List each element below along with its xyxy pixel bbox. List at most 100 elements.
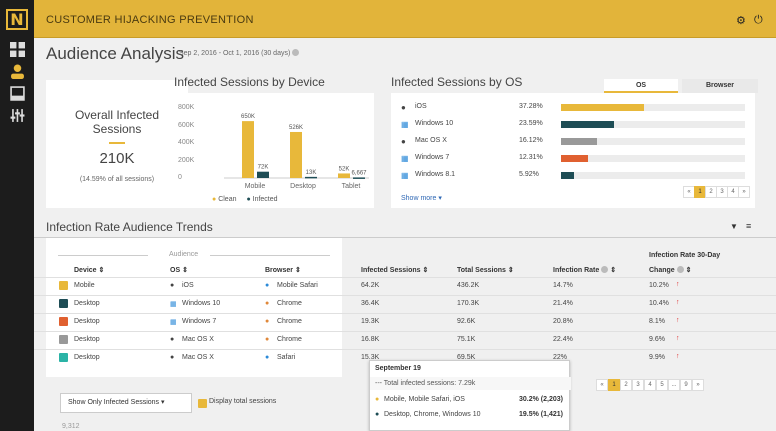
cell-rate: 14.7% <box>553 282 573 289</box>
row-checkbox[interactable] <box>59 281 68 290</box>
trend-page-5[interactable]: 5 <box>656 379 668 391</box>
windows-icon: ▦ <box>401 171 409 180</box>
cell-infected: 64.2K <box>361 282 380 289</box>
tooltip-item-marker: ● <box>375 396 380 403</box>
col-total[interactable]: Total Sessions ⇕ <box>457 266 514 274</box>
device-legend: ● Clean ● Infected <box>212 196 278 203</box>
windows-icon: ▦ <box>170 301 177 308</box>
windows-icon: ▦ <box>401 120 409 129</box>
audience-line-right <box>210 255 330 256</box>
cell-total: 75.1K <box>457 336 476 343</box>
grid-icon[interactable] <box>10 42 25 57</box>
trend-page-2[interactable]: 2 <box>620 379 632 391</box>
data-label: 6,667 <box>351 170 367 176</box>
cell-change: 10.4% <box>649 300 669 307</box>
os-percent: 23.59% <box>519 120 543 127</box>
trend-page-0[interactable]: « <box>596 379 608 391</box>
cell-rate: 22.4% <box>553 336 573 343</box>
os-bar-fill[interactable] <box>561 104 644 111</box>
bar-infected[interactable] <box>257 171 269 178</box>
tooltip-date: September 19 <box>375 365 421 372</box>
col-device[interactable]: Device ⇕ <box>74 266 104 274</box>
filter-select[interactable]: Show Only Infected Sessions ▾ <box>60 393 192 413</box>
os-bar-track <box>561 121 745 128</box>
row-checkbox[interactable] <box>59 335 68 344</box>
cell-os: iOS <box>182 282 194 289</box>
info-icon[interactable] <box>601 266 609 273</box>
trend-page-3[interactable]: 3 <box>632 379 644 391</box>
os-chart-title: Infected Sessions by OS <box>391 75 523 89</box>
tab-os[interactable]: OS <box>604 79 678 93</box>
trend-page-8[interactable]: » <box>692 379 704 391</box>
os-bar-track <box>561 104 745 111</box>
row-divider <box>34 295 776 296</box>
overall-label: Overall Infected Sessions <box>74 108 160 136</box>
col-rate[interactable]: Infection Rate ⇕ <box>553 266 616 274</box>
col-change[interactable]: Change ⇕ <box>649 266 691 274</box>
row-divider <box>34 277 776 278</box>
col-os[interactable]: OS ⇕ <box>170 266 188 274</box>
cell-rate: 20.8% <box>553 318 573 325</box>
arrow-up-icon: ↑ <box>676 317 680 324</box>
bar-infected[interactable] <box>353 177 365 179</box>
tooltip-item-value: 30.2% (2,203) <box>519 396 563 403</box>
x-tick-label: Tablet <box>342 183 361 190</box>
os-percent: 5.92% <box>519 171 539 178</box>
safari-icon: ● <box>265 282 270 289</box>
row-divider <box>34 349 776 350</box>
bar-clean[interactable] <box>338 173 350 178</box>
info-icon[interactable] <box>676 266 684 273</box>
user-icon[interactable] <box>10 64 25 79</box>
col-browser[interactable]: Browser ⇕ <box>265 266 301 274</box>
cell-device: Desktop <box>74 318 100 325</box>
os-name: Windows 8.1 <box>415 171 456 178</box>
safari-icon: ● <box>265 354 270 361</box>
tooltip-item-value: 19.5% (1,421) <box>519 411 563 418</box>
gear-icon[interactable]: ⚙ <box>736 14 746 27</box>
menu-icon[interactable]: ≡ <box>746 221 751 231</box>
cell-infected: 16.8K <box>361 336 380 343</box>
show-more-link[interactable]: Show more ▾ <box>401 194 442 202</box>
data-label: 72K <box>258 165 269 171</box>
info-icon[interactable] <box>292 49 300 56</box>
power-icon[interactable]: ⏻ <box>754 14 763 27</box>
os-chart-card: ● iOS 37.28% ▦ Windows 10 23.59% ● Mac OS X 16.1… <box>391 93 755 208</box>
cell-change: 8.1% <box>649 318 665 325</box>
cell-os: Windows 10 <box>182 300 221 307</box>
tab-browser[interactable]: Browser <box>682 79 758 93</box>
main-content: Audience Analysis Sep 2, 2016 - Oct 1, 2… <box>34 38 776 431</box>
apple-icon: ● <box>170 282 175 289</box>
divider <box>109 142 125 144</box>
os-bar-fill[interactable] <box>561 172 575 179</box>
row-checkbox[interactable] <box>59 353 68 362</box>
book-icon[interactable] <box>10 86 25 101</box>
os-name: Windows 7 <box>415 154 450 161</box>
cell-total: 170.3K <box>457 300 480 307</box>
col-infected[interactable]: Infected Sessions ⇕ <box>361 266 428 274</box>
bar-infected[interactable] <box>305 176 317 179</box>
os-bar-fill[interactable] <box>561 155 589 162</box>
sliders-icon[interactable] <box>10 108 25 123</box>
os-percent: 12.31% <box>519 154 543 161</box>
trend-page-4[interactable]: 4 <box>644 379 656 391</box>
bar-clean[interactable] <box>290 131 302 178</box>
row-checkbox[interactable] <box>59 299 68 308</box>
bar-clean[interactable] <box>242 121 254 178</box>
trend-page-1[interactable]: 1 <box>608 379 620 391</box>
top-bar: CUSTOMER HIJACKING PREVENTION ⚙ ⏻ <box>34 0 776 38</box>
trend-page-6[interactable]: ... <box>668 379 680 391</box>
display-total-checkbox[interactable] <box>198 399 207 408</box>
trend-page-7[interactable]: 9 <box>680 379 692 391</box>
apple-icon: ● <box>401 137 406 146</box>
windows-icon: ▦ <box>170 319 177 326</box>
device-chart-title: Infected Sessions by Device <box>174 75 325 89</box>
row-checkbox[interactable] <box>59 317 68 326</box>
os-percent: 16.12% <box>519 137 543 144</box>
filter-icon[interactable]: ▼ <box>730 222 738 231</box>
arrow-up-icon: ↑ <box>676 353 680 360</box>
os-bar-fill[interactable] <box>561 121 614 128</box>
os-bar-track <box>561 172 745 179</box>
os-page-5[interactable]: » <box>738 186 750 198</box>
os-bar-fill[interactable] <box>561 138 597 145</box>
chrome-icon: ● <box>265 318 270 325</box>
